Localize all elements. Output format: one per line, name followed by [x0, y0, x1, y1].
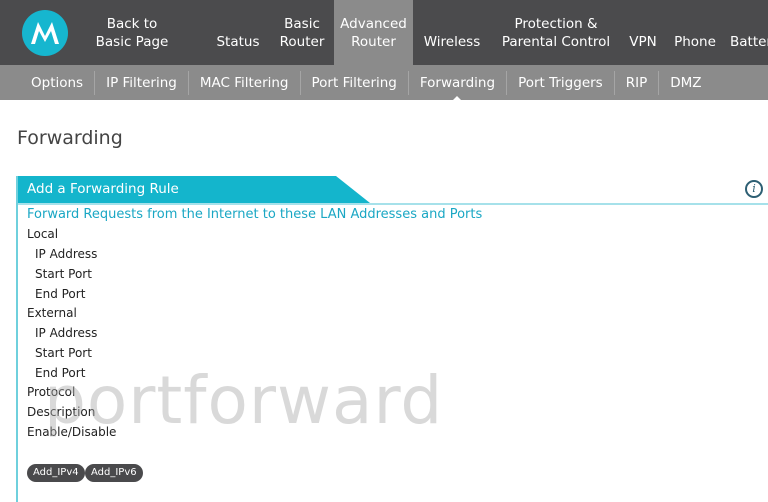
- subnav-dmz[interactable]: DMZ: [659, 71, 712, 95]
- nav-label: Wireless: [423, 34, 481, 50]
- subnav-port-filtering[interactable]: Port Filtering: [301, 70, 409, 95]
- label-local-ip: IP Address: [35, 247, 98, 261]
- nav-protection[interactable]: Protection & Parental Control: [498, 0, 614, 65]
- nav-wireless[interactable]: Wireless: [418, 0, 486, 65]
- label-local: Local: [27, 227, 59, 241]
- nav-label: Router: [351, 34, 396, 50]
- nav-label: Advanced: [340, 16, 407, 32]
- label-external-ip: IP Address: [35, 326, 98, 340]
- subnav-port-triggers[interactable]: Port Triggers: [507, 70, 615, 95]
- nav-label: Status: [216, 34, 260, 50]
- subnav-ip-filtering[interactable]: IP Filtering: [95, 70, 189, 95]
- motorola-logo[interactable]: [22, 10, 68, 56]
- nav-label: Parental Control: [501, 34, 611, 50]
- add-ipv4-button[interactable]: Add_IPv4: [27, 464, 85, 482]
- nav-label: Basic Page: [95, 34, 169, 50]
- label-local-start-port: Start Port: [35, 267, 92, 281]
- nav-basic-router[interactable]: Basic Router: [274, 0, 330, 65]
- watermark: portforward: [44, 362, 444, 439]
- nav-vpn[interactable]: VPN: [624, 0, 662, 65]
- sub-nav: Options IP Filtering MAC Filtering Port …: [0, 65, 768, 102]
- info-icon[interactable]: i: [745, 180, 763, 198]
- subnav-forwarding[interactable]: Forwarding: [409, 70, 508, 102]
- panel-subtitle: Forward Requests from the Internet to th…: [27, 207, 483, 222]
- label-external: External: [27, 306, 77, 320]
- add-ipv6-button[interactable]: Add_IPv6: [85, 464, 143, 482]
- forwarding-rule-panel: Add a Forwarding Rule i Forward Requests…: [16, 176, 768, 502]
- divider: [18, 203, 768, 205]
- nav-label: VPN: [629, 34, 657, 50]
- label-local-end-port: End Port: [35, 287, 86, 301]
- nav-phone[interactable]: Phone: [670, 0, 720, 65]
- nav-back-to-basic[interactable]: Back to Basic Page: [84, 0, 180, 65]
- nav-label: Phone: [674, 34, 716, 50]
- top-nav-bar: Back to Basic Page Status Basic Router Adv…: [0, 0, 768, 65]
- nav-label: Basic: [284, 16, 320, 32]
- nav-label: Battery: [730, 34, 768, 50]
- subnav-mac-filtering[interactable]: MAC Filtering: [189, 70, 301, 95]
- subnav-rip[interactable]: RIP: [615, 70, 660, 95]
- nav-advanced-router[interactable]: Advanced Router: [334, 0, 413, 65]
- page-title: Forwarding: [17, 127, 123, 149]
- panel-title: Add a Forwarding Rule: [18, 176, 370, 203]
- nav-label: Protection &: [514, 16, 598, 32]
- nav-battery[interactable]: Battery: [730, 0, 768, 65]
- subnav-options[interactable]: Options: [20, 70, 96, 95]
- nav-status[interactable]: Status: [212, 0, 264, 65]
- label-external-start-port: Start Port: [35, 346, 92, 360]
- nav-label: Back to: [106, 16, 158, 32]
- nav-label: Router: [279, 34, 325, 50]
